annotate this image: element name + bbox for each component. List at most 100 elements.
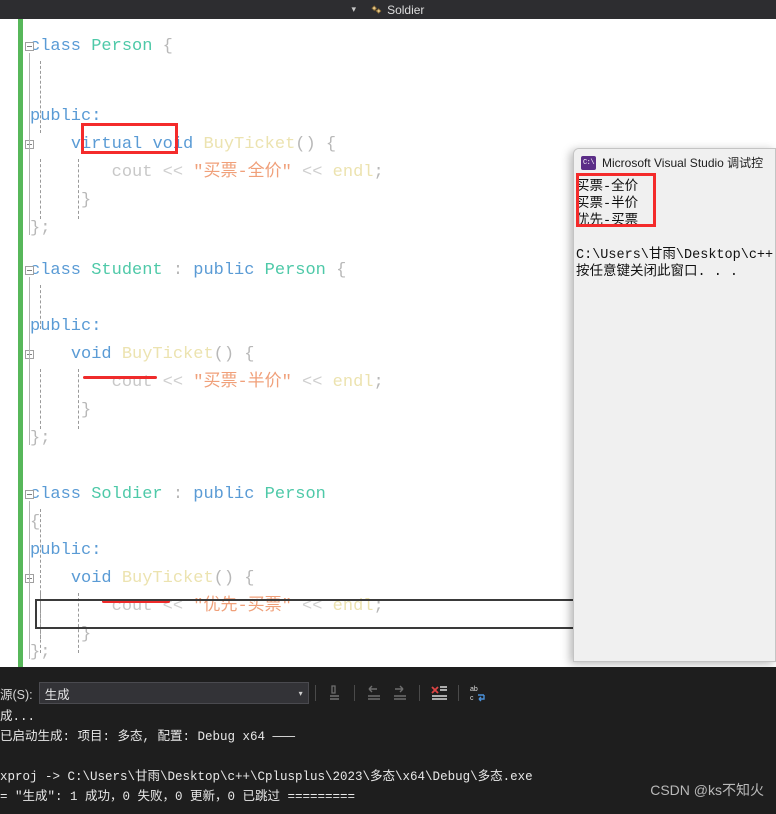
code-token: :	[162, 261, 194, 280]
code-token: class	[30, 485, 92, 504]
code-token: ;	[373, 373, 384, 392]
code-token: <<	[291, 373, 333, 392]
code-token: endl	[332, 373, 374, 392]
code-token: <<	[291, 163, 333, 182]
code-token: {	[30, 513, 41, 532]
indent-guide	[40, 285, 41, 329]
code-token: <<	[152, 373, 194, 392]
code-token: class	[30, 37, 92, 56]
code-token: endl	[332, 163, 374, 182]
go-to-next-message-icon[interactable]	[389, 683, 411, 703]
fold-toggle-icon[interactable]	[25, 42, 34, 51]
go-to-previous-message-icon[interactable]	[363, 683, 385, 703]
toolbar-separator	[457, 685, 459, 701]
code-token: void	[70, 345, 112, 364]
toolbar-separator	[314, 685, 316, 701]
code-token: Person	[91, 37, 153, 56]
fold-connector-line	[29, 53, 30, 235]
navigation-bar: ▾ Soldier	[0, 0, 776, 19]
code-token: :	[162, 485, 194, 504]
code-token: {	[325, 261, 347, 280]
code-token: ;	[373, 163, 384, 182]
indent-guide	[40, 369, 41, 429]
output-source-label: 源(S):	[0, 687, 33, 702]
clear-all-icon[interactable]	[428, 683, 450, 703]
code-token: };	[30, 219, 51, 238]
code-token: () {	[295, 135, 337, 154]
code-token: BuyTicket	[121, 345, 214, 364]
code-line: class Soldier : public Person	[30, 481, 326, 509]
fold-toggle-icon[interactable]	[25, 266, 34, 275]
code-line: class Person {	[30, 33, 173, 61]
code-line: void BuyTicket() {	[30, 565, 255, 593]
code-token: BuyTicket	[121, 569, 214, 588]
code-token: public	[193, 261, 265, 280]
code-line: {	[30, 509, 40, 537]
dark-highlight-box-soldier-cout	[35, 599, 595, 629]
red-highlight-box-console-output	[576, 173, 656, 227]
indent-guide	[78, 369, 79, 429]
code-token: () {	[213, 345, 255, 364]
indent-guide	[40, 159, 41, 219]
svg-text:ab: ab	[470, 686, 478, 693]
svg-text:c: c	[470, 695, 474, 702]
output-line: 成...	[0, 710, 36, 724]
chevron-down-icon: ▾	[298, 688, 303, 698]
fold-toggle-icon[interactable]	[25, 490, 34, 499]
class-icon	[370, 3, 383, 16]
toolbar-separator	[418, 685, 420, 701]
code-token: Soldier	[91, 485, 163, 504]
indent-guide	[40, 61, 41, 133]
console-app-icon: C:\	[581, 155, 596, 170]
code-token: Person	[264, 485, 326, 504]
indent-guide	[78, 159, 79, 219]
toolbar-separator	[353, 685, 355, 701]
code-token: <<	[152, 163, 194, 182]
red-underline-student-void	[83, 376, 157, 379]
output-source-dropdown[interactable]: 生成 ▾	[38, 682, 309, 704]
code-token: };	[30, 429, 51, 448]
code-token: Student	[91, 261, 163, 280]
code-token: cout	[111, 163, 153, 182]
code-line: class Student : public Person {	[30, 257, 346, 285]
watermark: CSDN @ks不知火	[650, 782, 764, 798]
red-highlight-box-virtual	[81, 123, 178, 154]
output-panel[interactable]: 源(S): 生成 ▾ ab c 成... 已启动生成: 项目: 多态, 配置: …	[0, 667, 776, 814]
console-title-text: Microsoft Visual Studio 调试控	[602, 156, 764, 170]
symbol-name[interactable]: Soldier	[387, 3, 424, 17]
console-line: 按任意键关闭此窗口. . .	[576, 265, 739, 280]
console-line: C:\Users\甘雨\Desktop\c++	[576, 248, 774, 263]
output-source-value: 生成	[44, 687, 70, 702]
chevron-down-icon[interactable]: ▾	[352, 5, 357, 14]
change-indicator-bar	[18, 19, 23, 667]
code-token: void	[70, 569, 112, 588]
fold-connector-line	[29, 501, 30, 659]
code-token: () {	[213, 569, 255, 588]
code-token: class	[30, 261, 92, 280]
fold-connector-line	[29, 277, 30, 445]
code-line: cout << "买票-全价" << endl;	[30, 159, 384, 187]
code-line: virtual void BuyTicket() {	[30, 131, 336, 159]
code-token: public	[193, 485, 265, 504]
output-line: 已启动生成: 项目: 多态, 配置: Debug x64 ———	[0, 730, 296, 744]
code-token: "买票-半价"	[193, 373, 292, 392]
jump-to-source-icon[interactable]	[324, 683, 346, 703]
output-toolbar[interactable]: 源(S): 生成 ▾ ab c	[0, 680, 776, 706]
code-line: cout << "买票-半价" << endl;	[30, 369, 384, 397]
code-token: {	[152, 37, 173, 56]
code-token: BuyTicket	[203, 135, 296, 154]
code-line: void BuyTicket() {	[30, 341, 255, 369]
code-token: Person	[264, 261, 326, 280]
toggle-word-wrap-icon[interactable]: ab c	[467, 683, 489, 703]
console-title-bar[interactable]: C:\ Microsoft Visual Studio 调试控	[574, 149, 775, 176]
code-token: "买票-全价"	[193, 163, 292, 182]
